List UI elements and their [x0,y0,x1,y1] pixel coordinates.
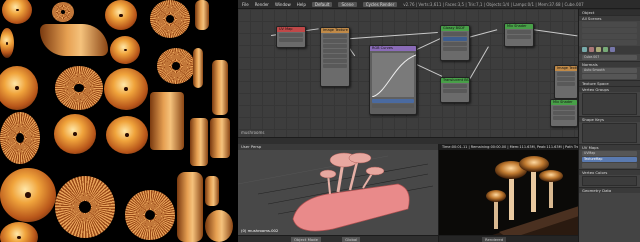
panel-uv-maps[interactable]: UV Maps [579,144,640,150]
rendered-mushrooms-image [479,156,578,242]
uv-map-item[interactable]: UVMap [582,151,637,156]
node-title: UV Map [277,27,305,32]
node-uv-map[interactable]: UV Map [276,26,306,48]
3d-viewport[interactable]: User Persp (0) mushrooms.002 Object Mode [238,144,438,242]
menu-help[interactable]: Help [297,2,306,7]
scene-select[interactable]: Scene [338,1,357,7]
node-translucent-bsdf[interactable]: Translucent BSDF [440,77,470,103]
node-rgb-curves[interactable]: RGB Curves [369,45,417,115]
menu-window[interactable]: Window [275,2,291,7]
viewport-object-label: (0) mushrooms.002 [241,228,279,233]
blender-window: File Render Window Help Default Scene Cy… [238,0,640,242]
node-title: RGB Curves [370,46,416,51]
node-title: Mix Shader [551,100,577,105]
node-glossy-bsdf[interactable]: Glossy BSDF [440,25,470,61]
object-name-field[interactable]: Cube.007 [582,55,637,60]
menu-render[interactable]: Render [255,2,269,7]
mushroom-texture-image [0,0,238,242]
uv-map-item-selected[interactable]: TextureMap [582,157,637,162]
material-name-label: mushrooms [241,130,265,135]
properties-panel[interactable]: Object All Scenes Cube.007 Normals Auto … [578,9,640,242]
render-mode-select[interactable]: Rendered [482,237,507,242]
scene-stats: v2.76 | Verts:3,611 | Faces:3,5 | Tris:7… [403,1,584,7]
mode-select[interactable]: Object Mode [291,237,321,242]
panel-shape-keys[interactable]: Shape Keys [579,116,640,122]
node-editor[interactable]: UV Map Image Texture RGB Curves Glossy B… [238,9,578,137]
outliner-all-scenes[interactable]: All Scenes [579,15,640,21]
curve-widget[interactable] [372,53,416,97]
node-mix-shader-2[interactable]: Mix Shader [550,99,578,127]
viewport-header: Object Mode Global [238,235,438,242]
node-title: Image Texture [555,66,577,71]
node-title: Translucent BSDF [441,78,469,83]
panel-vertex-colors[interactable]: Vertex Colors [579,169,640,175]
node-image-texture[interactable]: Image Texture [320,27,350,87]
render-engine-select[interactable]: Cycles Render [362,1,398,7]
render-viewport[interactable]: Time:00:01.11 | Remaining:00:00.00 | Mem… [438,144,578,242]
properties-tabs[interactable] [579,46,640,54]
panel-vertex-groups[interactable]: Vertex Groups [579,86,640,92]
auto-smooth-checkbox[interactable]: Auto Smooth [582,68,637,73]
screen-layout-select[interactable]: Default [311,1,333,7]
node-editor-header [238,137,578,144]
node-image-texture-2[interactable]: Image Texture [554,65,578,99]
node-title: Glossy BSDF [441,26,469,31]
node-title: Image Texture [321,28,349,33]
screenshot: File Render Window Help Default Scene Cy… [0,0,640,242]
menu-file[interactable]: File [242,2,249,7]
panel-geometry-data[interactable]: Geometry Data [579,187,640,193]
node-mix-shader[interactable]: Mix Shader [504,23,534,47]
pivot-select[interactable]: Global [342,237,361,242]
node-title: Mix Shader [505,24,533,29]
panel-normals[interactable]: Normals [579,61,640,67]
info-header: File Render Window Help Default Scene Cy… [238,0,640,9]
render-header: Rendered [439,235,578,242]
